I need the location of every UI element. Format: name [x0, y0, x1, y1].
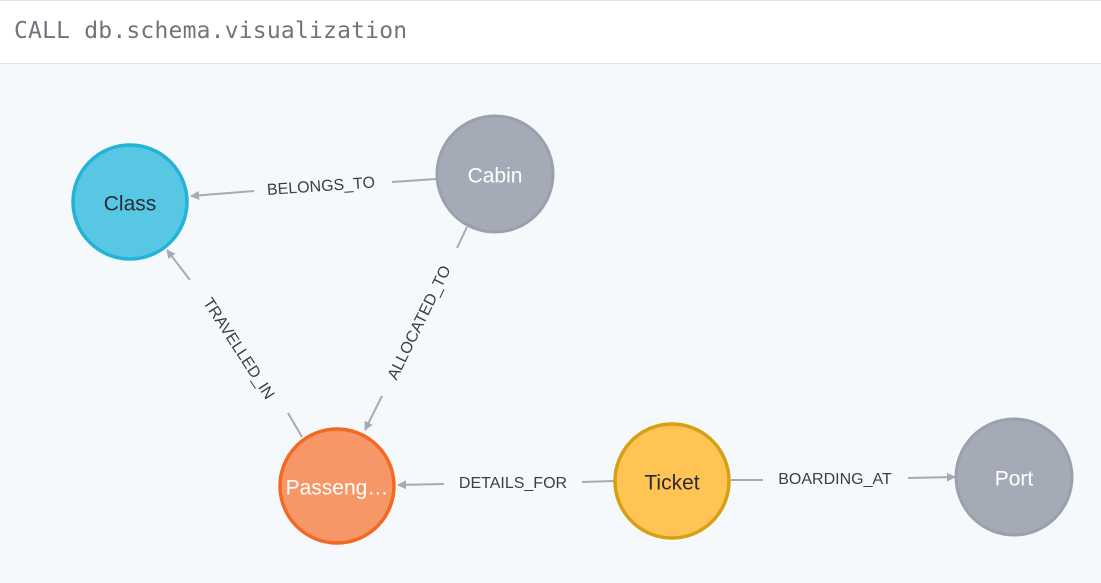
- schema-graph[interactable]: BELONGS_TO ALLOCATED_TO TRAVELLED_IN DET…: [0, 0, 1101, 583]
- relationship-details-for[interactable]: DETAILS_FOR: [397, 475, 615, 492]
- relationships-layer: BELONGS_TO ALLOCATED_TO TRAVELLED_IN DET…: [166, 174, 956, 492]
- relationship-label-details-for: DETAILS_FOR: [459, 475, 567, 492]
- relationship-belongs-to[interactable]: BELONGS_TO: [190, 174, 437, 200]
- relationship-travelled-in[interactable]: TRAVELLED_IN: [166, 249, 303, 438]
- node-cabin[interactable]: Cabin: [435, 114, 555, 234]
- node-ticket[interactable]: Ticket: [613, 422, 731, 540]
- relationship-label-allocated-to: ALLOCATED_TO: [385, 263, 455, 383]
- node-ticket-label: Ticket: [644, 472, 699, 495]
- relationship-label-boarding-at: BOARDING_AT: [778, 471, 892, 488]
- relationship-boarding-at[interactable]: BOARDING_AT: [731, 471, 956, 488]
- node-class[interactable]: Class: [71, 143, 189, 261]
- node-passenger-label: Passeng…: [286, 477, 389, 500]
- node-port-label: Port: [995, 468, 1034, 491]
- relationship-label-belongs-to: BELONGS_TO: [266, 174, 375, 199]
- relationship-label-travelled-in: TRAVELLED_IN: [199, 295, 277, 402]
- relationship-allocated-to[interactable]: ALLOCATED_TO: [364, 226, 468, 431]
- node-class-label: Class: [104, 193, 157, 216]
- node-passenger[interactable]: Passeng…: [278, 427, 396, 545]
- node-port[interactable]: Port: [954, 417, 1074, 537]
- node-cabin-label: Cabin: [468, 165, 523, 188]
